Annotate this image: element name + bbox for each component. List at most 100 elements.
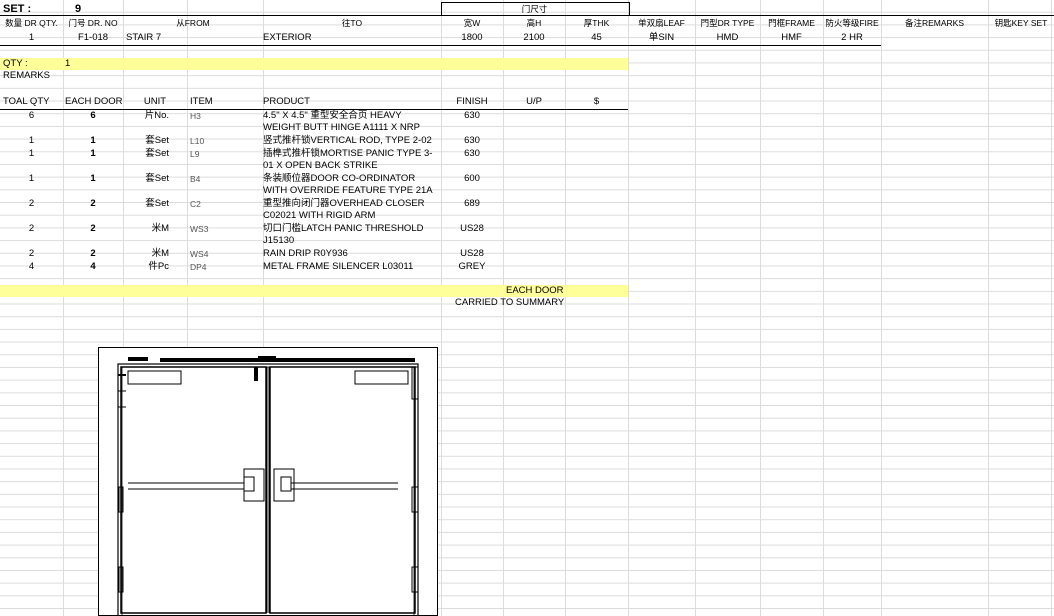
double-door-elevation-drawing	[98, 347, 438, 616]
item-code: WS4	[190, 249, 209, 259]
col-qty-header: 数量 DR QTY.	[5, 18, 58, 28]
set-value: 9	[75, 3, 82, 15]
item-each-door: 4	[90, 261, 96, 272]
item-total-qty: 6	[28, 110, 35, 121]
item-finish: 630	[464, 135, 480, 146]
grid-column-line	[441, 0, 442, 616]
grid-column-line	[1051, 0, 1052, 616]
item-unit: 套Set	[145, 173, 169, 184]
col-leaf-header: 单双扇LEAF	[638, 18, 685, 28]
item-each-door: 2	[90, 248, 96, 259]
item-each-door: 1	[90, 148, 96, 159]
col-door-no-header: 门号 DR. NO	[68, 18, 118, 28]
item-each-door: 2	[90, 198, 96, 209]
item-code: B4	[190, 174, 201, 184]
col-thk-header: 厚THK	[583, 18, 610, 28]
col-fire-header: 防火等级FIRE	[825, 18, 879, 28]
item-code: L9	[190, 149, 200, 159]
item-total-qty: 2	[28, 198, 35, 209]
item-code: WS3	[190, 224, 209, 234]
items-unit-header: UNIT	[143, 96, 167, 107]
item-code: L10	[190, 136, 205, 146]
item-product: 切口门槛LATCH PANIC THRESHOLD J15130	[263, 223, 424, 246]
door-thk: 45	[591, 32, 602, 43]
item-unit: 套Set	[145, 148, 169, 159]
item-unit: 米M	[151, 223, 169, 234]
door-height: 2100	[523, 32, 545, 43]
door-qty: 1	[28, 32, 35, 43]
item-unit: 件Pc	[148, 261, 169, 272]
qty-value: 1	[65, 58, 71, 69]
door-type: HMD	[716, 32, 739, 43]
door-width: 1800	[461, 32, 483, 43]
item-unit: 片No.	[144, 110, 169, 121]
grid-column-line	[63, 0, 64, 616]
item-finish: 689	[464, 198, 480, 209]
item-finish: US28	[460, 223, 484, 234]
header-top-border	[0, 15, 1054, 16]
item-product: 条装顺位器DOOR CO-ORDINATOR WITH OVERRIDE FEA…	[263, 173, 433, 196]
door-size-group-label: 门尺寸	[521, 4, 548, 14]
item-product: 插榫式推杆锁MORTISE PANIC TYPE 3-01 X OPEN BAC…	[263, 148, 433, 171]
item-code: DP4	[190, 262, 207, 272]
col-key-header: 钥匙KEY SET	[994, 18, 1048, 28]
col-type-header: 門型DR TYPE	[700, 18, 755, 28]
item-each-door: 1	[90, 135, 96, 146]
item-total-qty: 2	[28, 248, 35, 259]
qty-row-highlight	[0, 58, 628, 70]
item-unit: 米M	[151, 248, 169, 259]
item-product: METAL FRAME SILENCER L03011	[263, 261, 414, 272]
item-product: 竖式推杆锁VERTICAL ROD, TYPE 2-02	[263, 135, 432, 146]
grid-column-line	[823, 0, 824, 616]
item-total-qty: 1	[28, 148, 35, 159]
item-unit: 套Set	[145, 198, 169, 209]
item-finish: 630	[464, 148, 480, 159]
item-each-door: 6	[90, 110, 96, 121]
item-finish: US28	[460, 248, 484, 259]
items-total-header: TOAL QTY	[3, 96, 50, 107]
qty-label: QTY :	[3, 58, 28, 69]
item-each-door: 1	[90, 173, 96, 184]
item-product: RAIN DRIP R0Y936	[263, 248, 348, 259]
grid-column-line	[760, 0, 761, 616]
col-to-header: 往TO	[341, 18, 363, 28]
item-total-qty: 1	[28, 135, 35, 146]
col-height-header: 高H	[526, 18, 542, 28]
item-total-qty: 1	[28, 173, 35, 184]
items-currency-header: $	[593, 96, 600, 107]
door-to: EXTERIOR	[263, 32, 312, 43]
item-total-qty: 2	[28, 223, 35, 234]
item-unit: 套Set	[145, 135, 169, 146]
door-row-bottom-border	[0, 45, 881, 46]
each-door-label: EACH DOOR	[506, 285, 564, 296]
item-product: 4.5" X 4.5" 重型安全合页 HEAVY WEIGHT BUTT HIN…	[263, 110, 420, 133]
col-width-header: 宽W	[463, 18, 481, 28]
grid-column-line	[565, 0, 566, 616]
remarks-label: REMARKS	[3, 70, 50, 81]
item-finish: GREY	[458, 261, 486, 272]
door-from: STAIR 7	[126, 32, 162, 43]
item-code: H3	[190, 111, 201, 121]
items-finish-header: FINISH	[456, 96, 488, 107]
item-finish: 600	[464, 173, 480, 184]
item-product: 重型推向闭门器OVERHEAD CLOSER C02021 WITH RIGID…	[263, 198, 425, 221]
item-finish: 630	[464, 110, 480, 121]
door-fire: 2 HR	[841, 32, 863, 43]
door-no: F1-018	[77, 32, 109, 43]
items-each-header: EACH DOOR	[65, 96, 123, 107]
items-product-header: PRODUCT	[263, 96, 310, 107]
grid-column-line	[628, 0, 629, 616]
item-code: C2	[190, 199, 201, 209]
col-from-header: 从FROM	[176, 18, 210, 28]
carried-to-summary: CARRIED TO SUMMARY	[455, 297, 565, 308]
grid-column-line	[881, 0, 882, 616]
items-up-header: U/P	[526, 96, 542, 107]
items-item-header: ITEM	[190, 96, 213, 107]
grid-column-line	[695, 0, 696, 616]
grid-column-line	[988, 0, 989, 616]
col-remarks-header: 备注REMARKS	[904, 18, 965, 28]
set-label: SET :	[3, 3, 32, 15]
door-leaf: 单SIN	[648, 32, 675, 43]
item-total-qty: 4	[28, 261, 35, 272]
col-frame-header: 門框FRAME	[768, 18, 815, 28]
